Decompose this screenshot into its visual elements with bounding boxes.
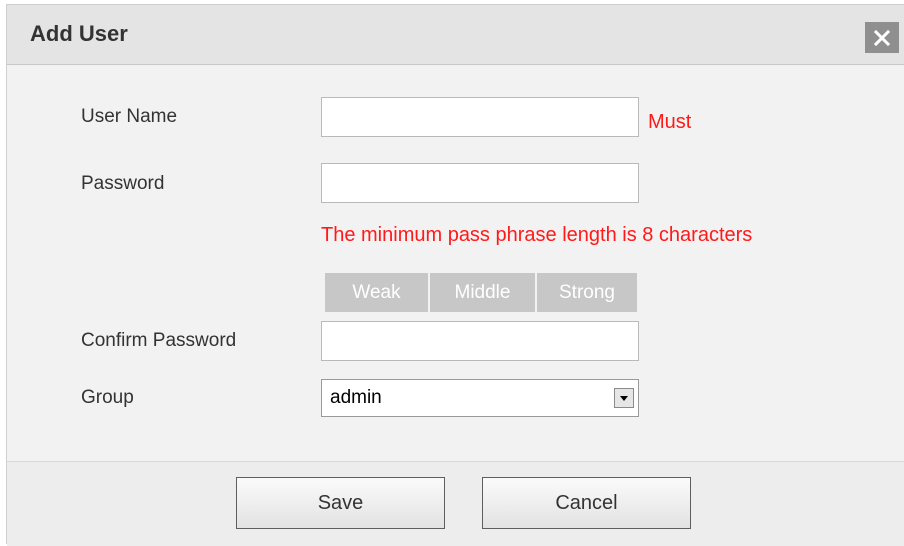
chevron-down-icon[interactable]	[614, 388, 634, 408]
confirm-password-label: Confirm Password	[81, 330, 237, 351]
username-input[interactable]	[321, 97, 639, 137]
dialog-title: Add User	[30, 21, 128, 46]
close-button[interactable]	[865, 22, 899, 53]
username-required-text: Must	[648, 111, 692, 133]
close-icon	[873, 29, 891, 46]
username-label: User Name	[81, 106, 178, 127]
confirm-password-input[interactable]	[321, 321, 639, 361]
strength-middle: Middle	[430, 273, 535, 312]
password-label: Password	[81, 173, 165, 194]
group-selected-value: admin	[330, 387, 382, 408]
dialog-footer	[7, 461, 904, 546]
save-button[interactable]: Save	[236, 477, 445, 529]
password-strength-meter: Weak Middle Strong	[325, 273, 637, 312]
password-input[interactable]	[321, 163, 639, 203]
strength-strong: Strong	[537, 273, 637, 312]
strength-weak: Weak	[325, 273, 428, 312]
group-label: Group	[81, 387, 134, 408]
password-length-hint: The minimum pass phrase length is 8 char…	[321, 224, 753, 246]
dialog-titlebar: Add User	[7, 5, 904, 65]
cancel-button[interactable]: Cancel	[482, 477, 691, 529]
add-user-dialog: Add User User Name Must Password The min…	[6, 4, 904, 546]
group-select[interactable]: admin	[321, 379, 639, 417]
